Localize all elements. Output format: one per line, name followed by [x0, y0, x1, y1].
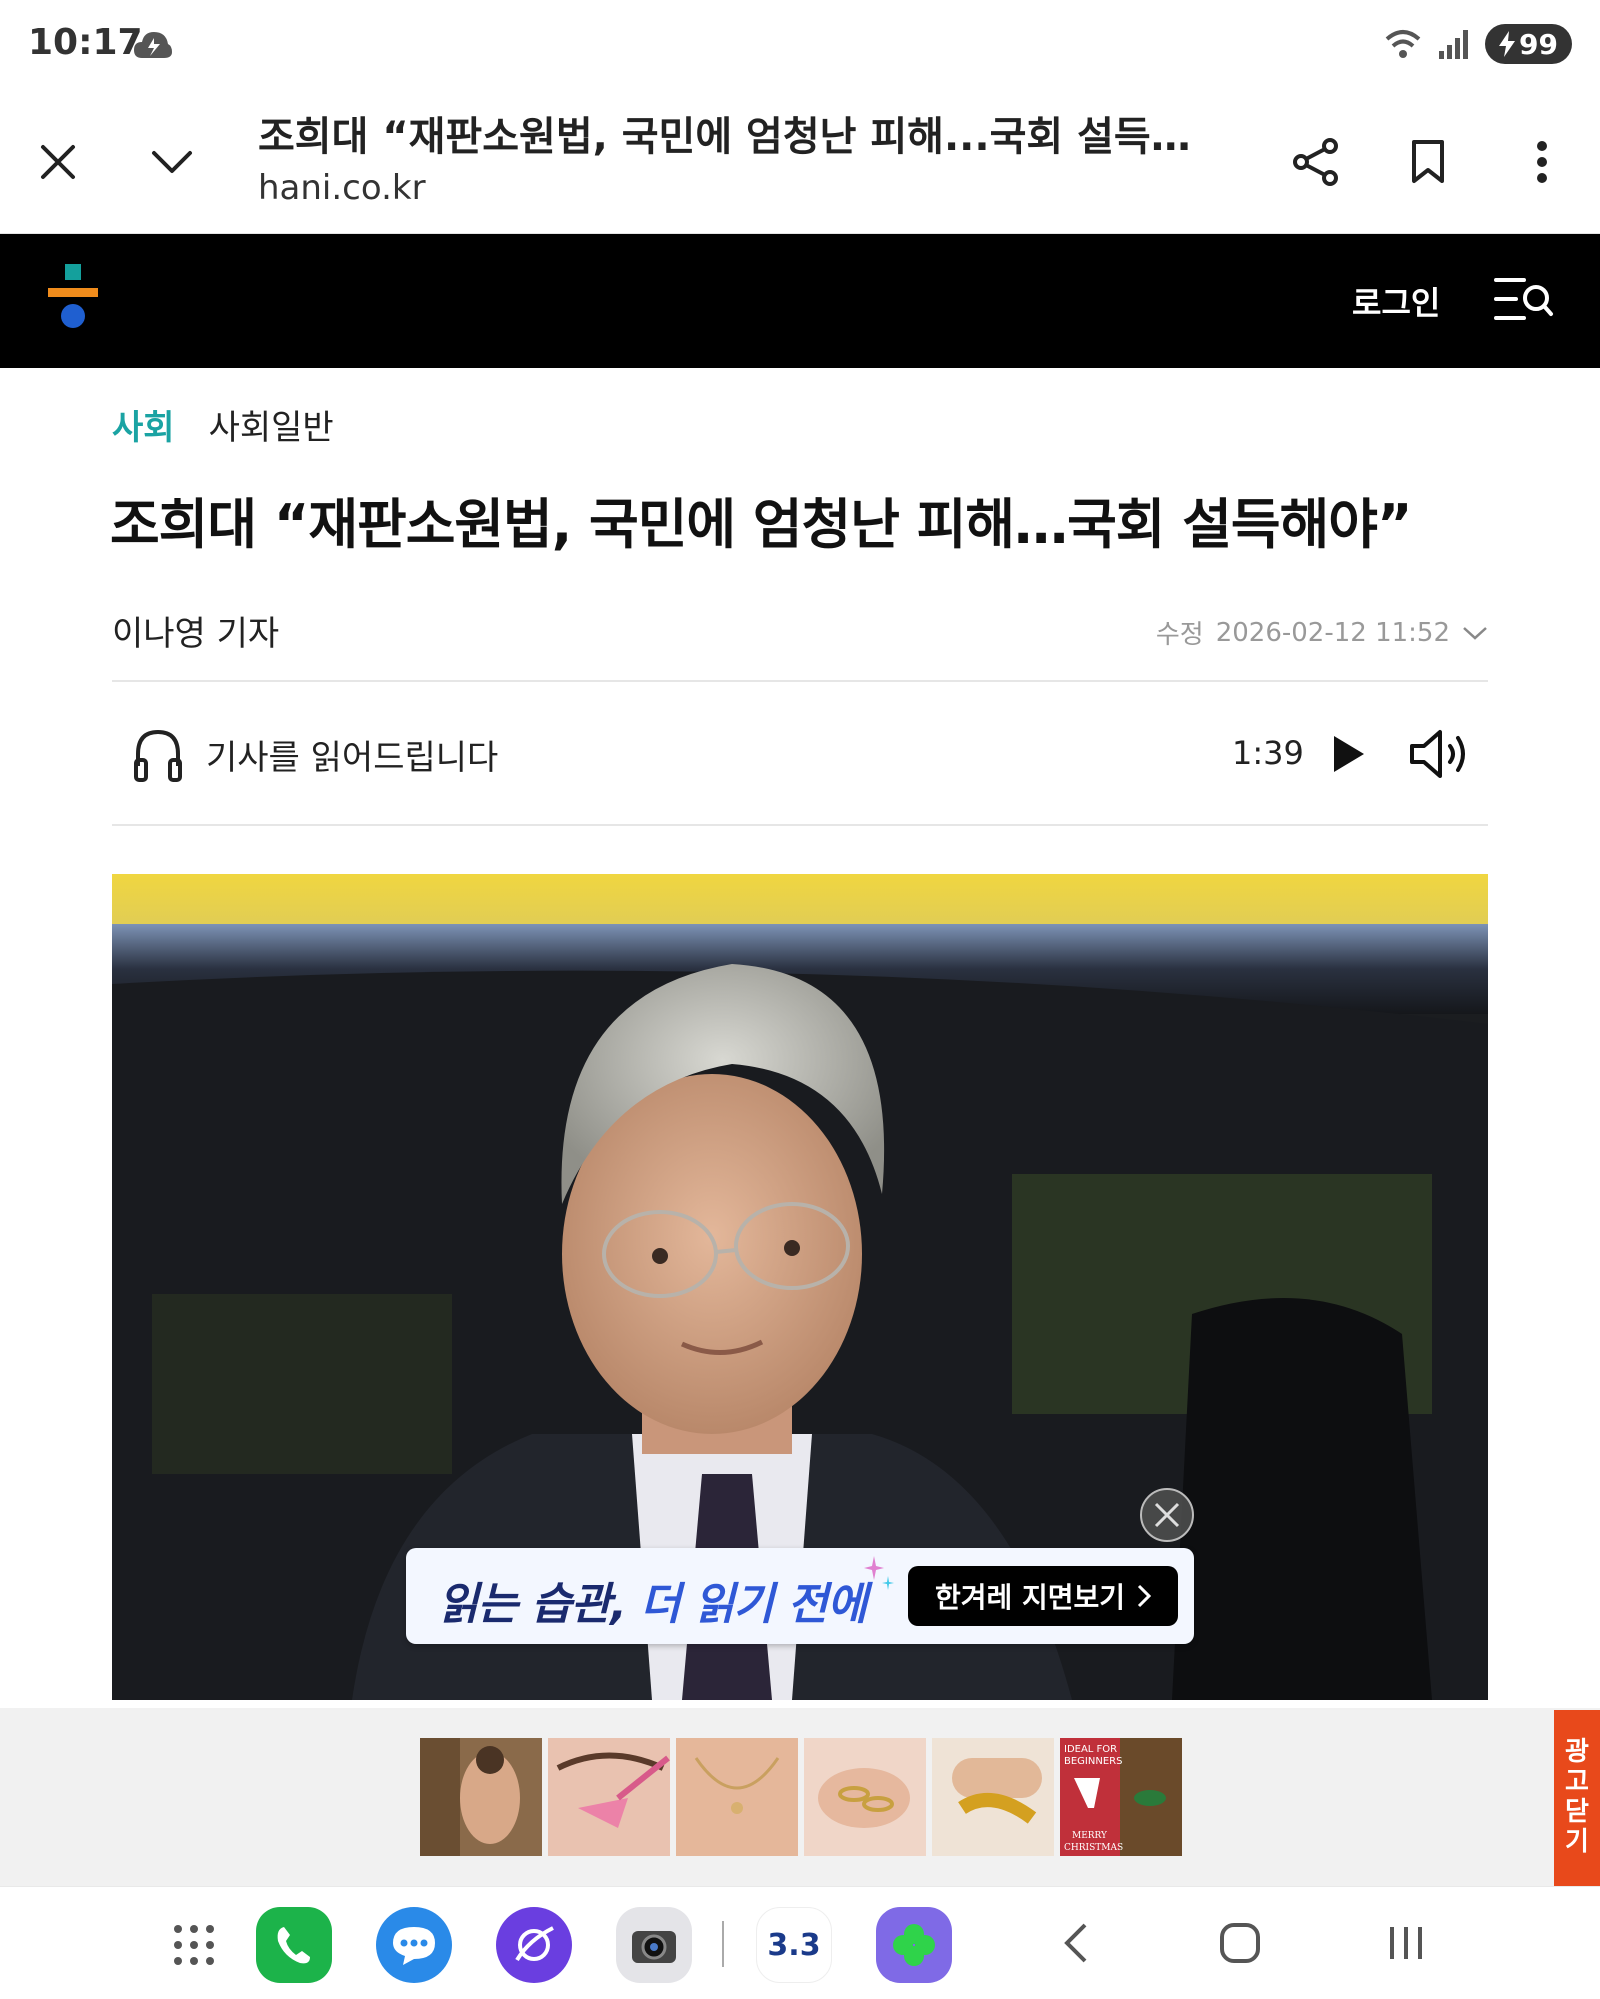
modified-label: 수정: [1155, 620, 1204, 650]
ad-close-char: 기: [1565, 1826, 1589, 1857]
browser-toolbar: 조희대 “재판소원법, 국민에 엄청난 피해...국회 설득해... hani.…: [0, 90, 1600, 234]
article-headline: 조희대 “재판소원법, 국민에 엄청난 피해…국회 설득해야”: [110, 493, 1412, 556]
ad-thumb-text: MERRY: [1072, 1831, 1108, 1841]
chevron-right-icon: [1137, 1584, 1152, 1608]
status-time: 10:17: [28, 22, 143, 63]
recents-icon: [1390, 1927, 1422, 1959]
promo-button-label: 한겨레 지면보기: [934, 1581, 1126, 1614]
more-vertical-icon: [1537, 141, 1547, 183]
minimize-button[interactable]: [142, 132, 202, 192]
flower-app-button[interactable]: [876, 1907, 952, 1983]
bookmark-icon: [1412, 140, 1444, 183]
ad-close-char: 광: [1565, 1737, 1589, 1768]
ad-thumbnail[interactable]: [932, 1738, 1054, 1856]
ad-thumbnail[interactable]: [420, 1738, 542, 1856]
app-drawer-button[interactable]: [156, 1907, 232, 1983]
hani-logo[interactable]: [46, 264, 100, 332]
wifi-icon: [1385, 30, 1421, 58]
internet-app-button[interactable]: [496, 1907, 572, 1983]
author-byline[interactable]: 이나영 기자: [112, 606, 279, 655]
home-square-icon: [1220, 1923, 1260, 1963]
nav-home-button[interactable]: [1210, 1913, 1270, 1973]
ad-thumb-text: IDEAL FOR: [1064, 1744, 1117, 1755]
login-link[interactable]: 로그인: [1352, 278, 1440, 324]
ad-thumb-text: BEGINNERS: [1064, 1756, 1122, 1767]
nav-recents-button[interactable]: [1376, 1913, 1436, 1973]
ad-thumbnail[interactable]: [676, 1738, 798, 1856]
play-icon[interactable]: [1328, 732, 1368, 776]
status-indicators: 99: [1383, 24, 1572, 64]
battery-level: 99: [1519, 27, 1558, 61]
divider: [112, 824, 1488, 826]
calendar-app-button[interactable]: 3.3: [756, 1907, 832, 1983]
bookmark-button[interactable]: [1398, 132, 1458, 192]
sparkle-icon: [864, 1556, 894, 1590]
phone-icon: [277, 1927, 310, 1964]
planet-icon: [515, 1926, 554, 1962]
audio-duration: 1:39: [1232, 734, 1304, 772]
ad-thumbnail[interactable]: [804, 1738, 926, 1856]
ad-thumbnail[interactable]: IDEAL FOR BEGINNERS MERRY CHRISTMAS: [1060, 1738, 1182, 1856]
battery-indicator: 99: [1485, 24, 1572, 64]
ad-close-char: 닫: [1565, 1797, 1589, 1827]
view-print-edition-button[interactable]: 한겨레 지면보기: [908, 1566, 1178, 1626]
dock-divider: [722, 1921, 724, 1967]
site-header: 로그인: [0, 234, 1600, 368]
camera-icon: [632, 1931, 676, 1963]
close-icon: [1154, 1502, 1180, 1528]
menu-search-icon[interactable]: [1494, 274, 1554, 324]
signal-icon: [1439, 30, 1469, 59]
apps-grid-icon: [174, 1925, 214, 1965]
ad-close-char: 고: [1565, 1767, 1589, 1798]
messages-app-button[interactable]: [376, 1907, 452, 1983]
section-link[interactable]: 사회: [112, 400, 175, 449]
camera-app-button[interactable]: [616, 1907, 692, 1983]
status-bar: 10:17 99: [0, 0, 1600, 90]
close-tab-button[interactable]: [28, 132, 88, 192]
more-options-button[interactable]: [1512, 132, 1572, 192]
phone-app-button[interactable]: [256, 1907, 332, 1983]
promo-text: 읽는 습관, 더 읽기 전에: [438, 1568, 867, 1632]
chevron-down-icon: [1463, 626, 1487, 640]
ad-close-button[interactable]: 광 고 닫 기: [1554, 1710, 1600, 1886]
back-chevron-icon: [1064, 1923, 1087, 1963]
browser-page-title[interactable]: 조희대 “재판소원법, 국민에 엄청난 피해...국회 설득해...: [258, 104, 1218, 162]
system-dock: 3.3: [0, 1886, 1600, 1999]
close-icon: [41, 145, 75, 179]
chevron-down-icon: [152, 151, 192, 173]
ad-thumbnail[interactable]: [548, 1738, 670, 1856]
promo-banner[interactable]: 읽는 습관, 더 읽기 전에 한겨레 지면보기: [406, 1548, 1194, 1644]
charging-bolt-icon: [1499, 31, 1516, 57]
article-audio-player: 기사를 읽어드립니다 1:39: [112, 682, 1488, 824]
modified-date[interactable]: 수정 2026-02-12 11:52: [1156, 614, 1488, 651]
audio-label: 기사를 읽어드립니다: [206, 738, 499, 778]
modified-datetime: 2026-02-12 11:52: [1215, 617, 1450, 648]
share-icon: [1293, 138, 1338, 186]
promo-text-part2: 더 읽기 전에: [640, 1579, 867, 1630]
share-button[interactable]: [1286, 132, 1346, 192]
calendar-label: 3.3: [767, 1927, 821, 1963]
ad-banner[interactable]: IDEAL FOR BEGINNERS MERRY CHRISTMAS: [0, 1708, 1600, 1886]
cloud-sync-icon: [134, 32, 172, 58]
clover-icon: [893, 1924, 935, 1966]
browser-url[interactable]: hani.co.kr: [258, 168, 426, 208]
nav-back-button[interactable]: [1046, 1913, 1106, 1973]
headphones-icon: [134, 729, 182, 782]
promo-text-part1: 읽는 습관,: [438, 1579, 627, 1630]
photo-ad-close-button[interactable]: [1140, 1488, 1194, 1542]
volume-icon[interactable]: [1408, 726, 1470, 782]
ad-thumbnails: IDEAL FOR BEGINNERS MERRY CHRISTMAS: [420, 1738, 1182, 1856]
chat-bubble-icon: [393, 1927, 435, 1965]
breadcrumb: 사회 사회일반: [112, 400, 334, 449]
ad-thumb-text: CHRISTMAS: [1064, 1843, 1123, 1853]
subsection-link[interactable]: 사회일반: [209, 400, 334, 449]
